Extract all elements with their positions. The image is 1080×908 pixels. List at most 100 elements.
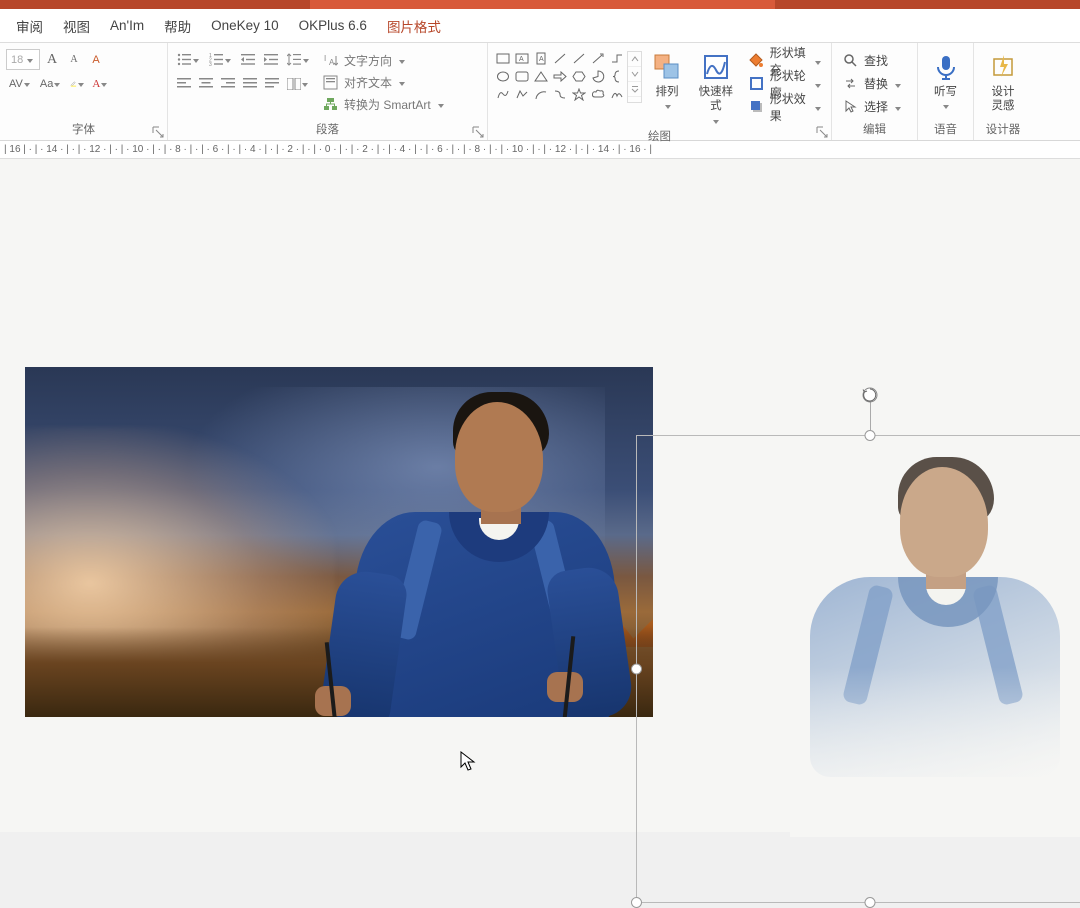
shape-cloud-icon[interactable] <box>589 87 606 102</box>
tab-picture-format[interactable]: 图片格式 <box>377 10 451 42</box>
group-editing: 查找 替换 选择 编辑 <box>832 43 918 140</box>
shape-textbox-icon[interactable]: A <box>513 51 530 66</box>
columns-button[interactable] <box>284 73 313 94</box>
select-button[interactable]: 选择 <box>838 95 907 118</box>
svg-text:A: A <box>539 56 544 63</box>
arrange-icon <box>652 52 682 82</box>
handle-middle-left[interactable] <box>631 664 642 675</box>
shape-scribble-icon[interactable] <box>608 87 625 102</box>
shape-lbrace-icon[interactable] <box>608 69 625 84</box>
tab-okplus[interactable]: OKPlus 6.6 <box>289 12 377 39</box>
shape-effects-button[interactable]: 形状效果 <box>745 95 825 118</box>
decrease-font-button[interactable]: A <box>64 49 84 70</box>
group-drawing: A A <box>488 43 832 140</box>
shape-arrow-icon[interactable] <box>589 51 606 66</box>
mouse-cursor-icon <box>460 751 476 773</box>
shapes-gallery-scroll[interactable] <box>627 51 642 103</box>
increase-font-button[interactable]: A <box>42 49 62 70</box>
group-font-label: 字体 <box>6 121 161 140</box>
group-designer: 设计 灵感 设计器 <box>974 43 1032 140</box>
font-size-value: 18 <box>11 54 23 66</box>
arrange-button[interactable]: 排列 <box>647 49 687 114</box>
shape-triangle-icon[interactable] <box>532 69 549 84</box>
font-size-input[interactable]: 18 <box>6 49 40 70</box>
decrease-indent-button[interactable] <box>238 49 259 70</box>
highlight-color-button[interactable] <box>67 73 87 94</box>
paragraph-group-expand-icon[interactable] <box>472 125 484 137</box>
increase-indent-button[interactable] <box>261 49 282 70</box>
text-direction-icon: IA <box>323 53 338 68</box>
selection-box[interactable] <box>636 435 1080 903</box>
tab-help[interactable]: 帮助 <box>154 10 201 42</box>
lightning-icon <box>988 52 1018 82</box>
quick-styles-icon <box>701 52 731 82</box>
bullets-button[interactable] <box>174 49 204 70</box>
shape-vtext-icon[interactable]: A <box>532 51 549 66</box>
scroll-more-icon[interactable] <box>628 82 641 97</box>
shape-rrect-icon[interactable] <box>513 69 530 84</box>
align-center-button[interactable] <box>196 73 216 94</box>
shape-connector-icon[interactable] <box>551 87 568 102</box>
shape-elbow-icon[interactable] <box>608 51 625 66</box>
shape-rarrow-icon[interactable] <box>551 69 568 84</box>
handle-bottom-middle[interactable] <box>865 897 876 908</box>
numbering-button[interactable]: 123 <box>206 49 236 70</box>
slide-image-hiker[interactable] <box>25 367 653 717</box>
group-designer-label: 设计器 <box>980 121 1026 140</box>
font-group-expand-icon[interactable] <box>152 125 164 137</box>
svg-text:3: 3 <box>209 62 212 66</box>
align-right-button[interactable] <box>218 73 238 94</box>
scroll-up-icon[interactable] <box>628 52 641 67</box>
photo-person <box>275 392 595 717</box>
tab-view[interactable]: 视图 <box>53 10 100 42</box>
group-paragraph-label: 段落 <box>174 121 481 140</box>
align-text-button[interactable]: 对齐文本 <box>319 71 450 93</box>
shape-hex-icon[interactable] <box>570 69 587 84</box>
handle-bottom-left[interactable] <box>631 897 642 908</box>
design-ideas-button[interactable]: 设计 灵感 <box>983 49 1023 114</box>
scroll-down-icon[interactable] <box>628 67 641 82</box>
dictate-button[interactable]: 听写 <box>926 49 966 114</box>
text-direction-button[interactable]: IA 文字方向 <box>319 49 450 71</box>
shape-line2-icon[interactable] <box>570 51 587 66</box>
svg-text:I: I <box>324 54 326 63</box>
ribbon: 18 A A A AV Aa A 字体 <box>0 43 1080 141</box>
font-color-button[interactable]: A <box>89 73 112 94</box>
tab-onekey[interactable]: OneKey 10 <box>201 12 289 39</box>
change-case-button[interactable]: Aa <box>37 73 65 94</box>
line-spacing-button[interactable] <box>284 49 314 70</box>
convert-smartart-button[interactable]: 转换为 SmartArt <box>319 93 450 115</box>
shapes-gallery[interactable]: A A <box>494 49 642 103</box>
shape-arc-icon[interactable] <box>532 87 549 102</box>
microphone-icon <box>931 52 961 82</box>
clear-format-button[interactable]: A <box>86 49 106 70</box>
smartart-icon <box>323 97 338 112</box>
align-text-icon <box>323 75 338 90</box>
group-voice-label: 语音 <box>924 121 967 140</box>
group-font: 18 A A A AV Aa A 字体 <box>0 43 168 140</box>
replace-icon <box>842 76 858 92</box>
shape-rect-icon[interactable] <box>494 51 511 66</box>
handle-top-middle[interactable] <box>865 430 876 441</box>
tab-anim[interactable]: An'Im <box>100 12 154 39</box>
rotation-handle[interactable] <box>861 386 879 404</box>
shape-curve-icon[interactable] <box>494 87 511 102</box>
slide-canvas[interactable] <box>0 159 1080 832</box>
char-spacing-button[interactable]: AV <box>6 73 35 94</box>
tab-review[interactable]: 审阅 <box>6 10 53 42</box>
shape-oval-icon[interactable] <box>494 69 511 84</box>
quick-styles-button[interactable]: 快速样式 <box>692 49 740 128</box>
replace-button[interactable]: 替换 <box>838 72 907 95</box>
find-button[interactable]: 查找 <box>838 49 907 72</box>
shape-star-icon[interactable] <box>570 87 587 102</box>
distribute-button[interactable] <box>262 73 282 94</box>
align-justify-button[interactable] <box>240 73 260 94</box>
shape-freeform-icon[interactable] <box>513 87 530 102</box>
shape-line-icon[interactable] <box>551 51 568 66</box>
align-left-button[interactable] <box>174 73 194 94</box>
group-voice: 听写 语音 <box>918 43 974 140</box>
drawing-group-expand-icon[interactable] <box>816 125 828 137</box>
svg-text:A: A <box>329 58 335 67</box>
shape-pie-icon[interactable] <box>589 69 606 84</box>
group-editing-label: 编辑 <box>838 121 911 140</box>
